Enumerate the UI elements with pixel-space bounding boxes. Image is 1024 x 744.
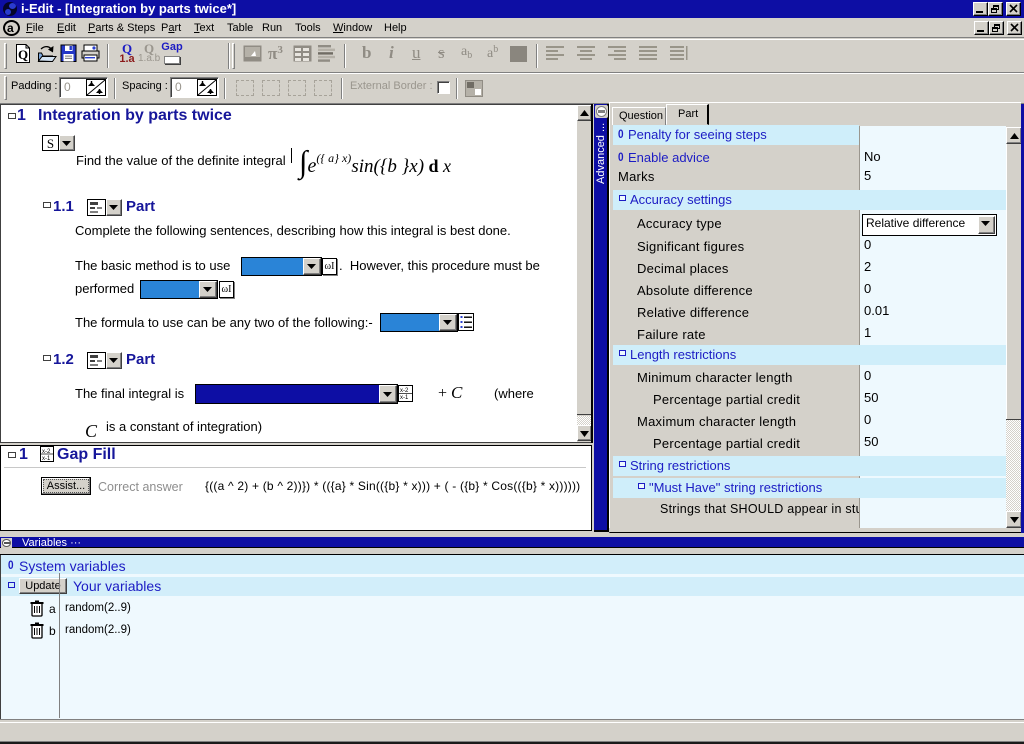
svg-text:x-1: x-1 (400, 395, 409, 401)
svg-text:x-1: x-1 (42, 456, 51, 462)
svg-text:Q: Q (18, 47, 28, 62)
svg-text:x-2: x-2 (400, 388, 409, 394)
